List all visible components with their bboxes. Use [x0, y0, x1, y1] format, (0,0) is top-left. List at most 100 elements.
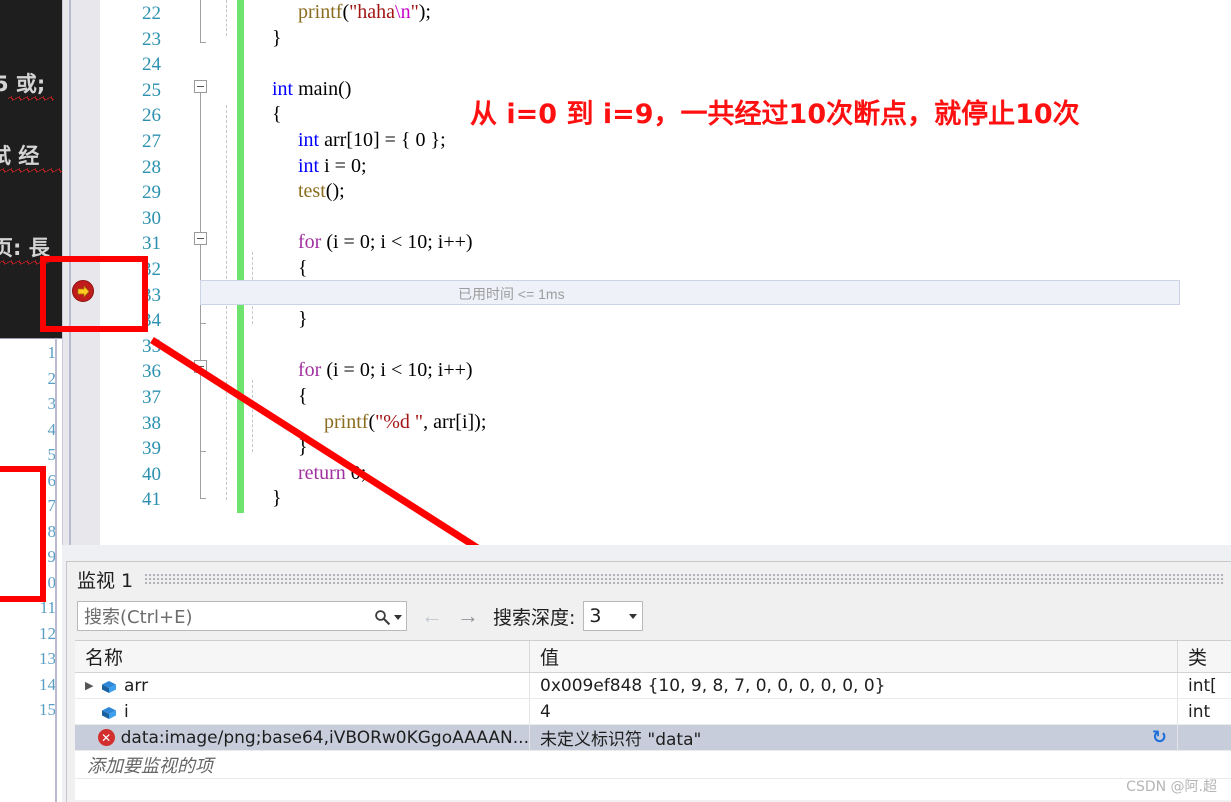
code-token: printf [324, 410, 369, 433]
watch-cell-value[interactable]: 未定义标识符 "data" ↻ [530, 725, 1178, 750]
bg-dark-line-0: 5 或; [0, 72, 46, 96]
chevron-down-icon[interactable] [394, 614, 402, 620]
line-number: 24 [142, 54, 161, 76]
code-token: ] = { [372, 129, 416, 151]
fold-guide-line [200, 373, 201, 451]
watch-grid-body: ▶ arr 0x009ef848 {10, 9, 8, 7, 0, 0, 0, 0,… [75, 673, 1231, 751]
code-line[interactable]: } [272, 485, 282, 511]
refresh-icon[interactable]: ↻ [1152, 727, 1167, 748]
watch-name-text: data:image/png;base64,iVBORw0KGgoAAAAN..… [120, 727, 529, 748]
watch-cell-value[interactable]: 0x009ef848 {10, 9, 8, 7, 0, 0, 0, 0, 0, … [530, 673, 1178, 698]
code-token: ; i < [369, 359, 408, 382]
code-line[interactable]: printf("haha\n"); [298, 0, 431, 25]
code-line[interactable]: int main() [272, 76, 351, 102]
code-token: for [298, 231, 322, 254]
chevron-down-icon[interactable] [629, 613, 638, 619]
code-token: 0 [350, 461, 361, 484]
watch-name-text: i [124, 701, 129, 722]
spell-squiggle-0 [8, 96, 54, 101]
line-number: 28 [142, 156, 161, 178]
code-token: int [298, 154, 320, 177]
fold-guide-foot [200, 42, 206, 43]
code-token: int [298, 129, 320, 151]
table-row[interactable]: ✕ data:image/png;base64,iVBORw0KGgoAAAAN.… [75, 725, 1231, 751]
watch-drag-dots[interactable] [145, 574, 1224, 584]
line-number: 31 [142, 233, 161, 255]
code-token: 0 [359, 231, 370, 254]
watch-window[interactable]: 监视 1 搜索(Ctrl+E) ← → 搜索深度: 3 名称 值 类 ▶ arr… [66, 561, 1231, 802]
code-token: ); [418, 1, 431, 23]
code-line[interactable]: test(); [298, 178, 345, 204]
background-line-number: 12 [39, 623, 56, 643]
fold-guide-foot [200, 323, 206, 324]
line-number: 37 [142, 387, 161, 408]
code-token: ; i++) [427, 231, 473, 254]
watch-cell-name[interactable]: i [75, 699, 530, 724]
watch-value-text: 0x009ef848 {10, 9, 8, 7, 0, 0, 0, 0, 0, … [540, 675, 886, 696]
code-line[interactable]: { [272, 101, 282, 127]
fold-toggle-for1[interactable] [194, 232, 207, 245]
watch-cell-name[interactable]: ▶ arr [75, 673, 530, 698]
line-number: 39 [142, 438, 161, 460]
code-token: (); [325, 180, 345, 203]
code-line[interactable]: { [298, 255, 308, 281]
add-watch-row[interactable]: 添加要监视的项 [75, 751, 1231, 779]
fold-toggle-for2[interactable] [194, 360, 207, 373]
code-token: (i = [321, 231, 360, 254]
code-line[interactable]: } [298, 434, 308, 460]
code-line[interactable]: } [298, 306, 308, 332]
code-token: return [298, 461, 346, 484]
change-bar-segment [237, 0, 244, 60]
indent-guide [226, 0, 227, 36]
indent-guide [252, 380, 253, 452]
code-line[interactable]: for (i = 0; i < 10; i++) [298, 229, 473, 255]
search-depth-select[interactable]: 3 [583, 601, 644, 631]
table-row[interactable]: i 4 int [75, 699, 1231, 725]
search-prev-icon[interactable]: ← [421, 605, 443, 627]
code-text-area[interactable]: printf("haha\n");} int main(){int arr[10]… [244, 0, 1231, 545]
code-token: (i = [321, 359, 360, 382]
watch-titlebar[interactable]: 监视 1 [67, 562, 1231, 596]
code-token: 10 [407, 231, 428, 254]
code-token: int [272, 77, 294, 100]
watch-grid[interactable]: 名称 值 类 ▶ arr 0x009ef848 {10, 9, 8, 7, 0, 0… [75, 640, 1231, 800]
code-line[interactable]: printf("%d ", arr[i]); [324, 409, 486, 435]
code-line[interactable]: return 0; [298, 460, 366, 486]
background-line-number: 15 [39, 700, 56, 719]
code-token: test [298, 180, 326, 203]
fold-toggle-main[interactable] [194, 80, 207, 93]
column-header-value[interactable]: 值 [530, 641, 1178, 672]
chevron-right-icon[interactable]: ▶ [85, 680, 99, 691]
search-input[interactable]: 搜索(Ctrl+E) [77, 601, 407, 631]
watch-name-text: arr [124, 675, 149, 696]
column-header-type[interactable]: 类 [1178, 641, 1231, 672]
code-line[interactable]: { [298, 383, 308, 409]
watch-cell-value[interactable]: 4 [530, 699, 1178, 724]
table-row[interactable]: ▶ arr 0x009ef848 {10, 9, 8, 7, 0, 0, 0, 0,… [75, 673, 1231, 699]
code-token: 0 [359, 359, 370, 382]
screen-root: 5 或; 试 经 页: 長 1 2 3 4 5 6 7 8 9 10 11 12 13 14 15 22 23… [0, 0, 1231, 802]
code-token: 0 [350, 154, 361, 177]
code-token: } [272, 487, 282, 510]
watch-toolbar[interactable]: 搜索(Ctrl+E) ← → 搜索深度: 3 [67, 596, 1231, 636]
line-number: 38 [142, 412, 161, 434]
code-editor[interactable]: 22 23 24 25 26 27 28 29 30 31 32 33 34 35 36 37 38 39 40 41… [62, 0, 1231, 545]
code-line[interactable]: } [272, 25, 282, 51]
background-gutter-divider [55, 338, 57, 802]
line-number: 27 [142, 131, 161, 152]
variable-icon [101, 705, 117, 719]
line-number: 22 [142, 3, 161, 24]
code-line[interactable]: int i = 0; [298, 153, 367, 179]
line-number: 30 [142, 207, 161, 229]
background-line-number: 13 [39, 649, 56, 668]
watch-value-text: 4 [540, 701, 551, 722]
search-depth-value: 3 [589, 605, 602, 627]
code-line[interactable]: int arr[10] = { 0 }; [298, 127, 446, 153]
code-token: printf [298, 1, 343, 23]
search-next-icon[interactable]: → [457, 605, 479, 627]
line-number: 29 [142, 182, 161, 204]
search-icon-group[interactable] [374, 602, 402, 632]
watch-cell-name[interactable]: ✕ data:image/png;base64,iVBORw0KGgoAAAAN.… [75, 725, 530, 750]
column-header-name[interactable]: 名称 [75, 641, 530, 672]
code-line[interactable]: for (i = 0; i < 10; i++) [298, 357, 473, 383]
